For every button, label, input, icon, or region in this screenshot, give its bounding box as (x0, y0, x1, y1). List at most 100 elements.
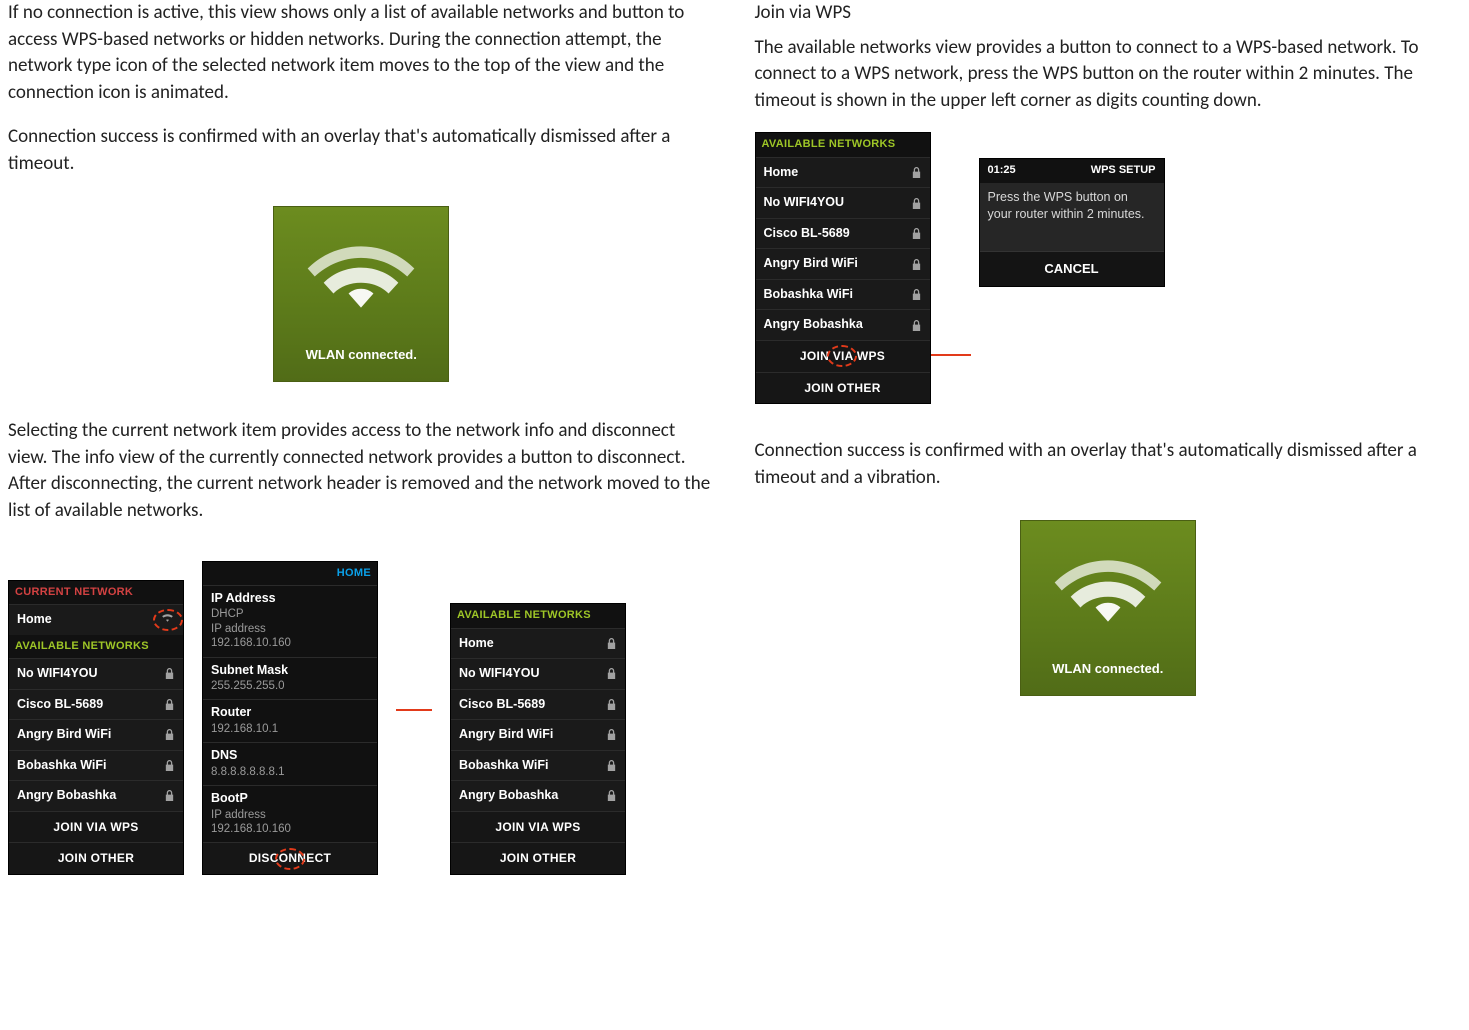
header-available-networks: AVAILABLE NETWORKS (756, 133, 930, 156)
network-label: Home (764, 164, 799, 182)
wifi-icon (1054, 547, 1162, 627)
info-label: Subnet Mask (211, 662, 369, 680)
header-home: HOME (203, 562, 377, 585)
wps-title: WPS SETUP (1091, 163, 1156, 178)
info-label: BootP (211, 790, 369, 808)
lock-icon (164, 728, 175, 741)
info-label: Router (211, 704, 369, 722)
cancel-button[interactable]: CANCEL (980, 251, 1164, 286)
lock-icon (164, 759, 175, 772)
current-network-row[interactable]: Home (9, 604, 183, 635)
network-row[interactable]: Bobashka WiFi (9, 750, 183, 781)
info-value: 192.168.10.160 (211, 822, 369, 836)
info-value: IP address (211, 808, 369, 822)
network-row[interactable]: Cisco BL-5689 (756, 218, 930, 249)
network-row[interactable]: Angry Bobashka (9, 780, 183, 811)
network-label: Home (17, 611, 52, 629)
lock-icon (606, 759, 617, 772)
network-label: Angry Bobashka (17, 787, 116, 805)
network-row[interactable]: Cisco BL-5689 (9, 689, 183, 720)
network-row[interactable]: Angry Bobashka (451, 780, 625, 811)
network-label: No WIFI4YOU (459, 665, 540, 683)
network-label: Angry Bobashka (764, 316, 863, 334)
lock-icon (606, 637, 617, 650)
phone-wps-available: AVAILABLE NETWORKS Home No WIFI4YOU Cisc… (755, 132, 931, 404)
callout-line (396, 709, 432, 711)
right-para-2: Connection success is confirmed with an … (755, 438, 1462, 491)
left-para-2: Connection success is confirmed with an … (8, 124, 715, 177)
network-label: No WIFI4YOU (764, 194, 845, 212)
info-value: IP address (211, 622, 369, 636)
lock-icon (606, 698, 617, 711)
network-label: Angry Bobashka (459, 787, 558, 805)
info-value: 255.255.255.0 (211, 679, 369, 693)
network-row[interactable]: Home (756, 157, 930, 188)
network-label: Angry Bird WiFi (764, 255, 858, 273)
info-label: IP Address (211, 590, 369, 608)
join-other-button[interactable]: JOIN OTHER (9, 842, 183, 874)
network-label: Bobashka WiFi (17, 757, 106, 775)
lock-icon (911, 288, 922, 301)
phone-network-info: HOME IP Address DHCP IP address 192.168.… (202, 561, 378, 876)
network-row[interactable]: No WIFI4YOU (9, 658, 183, 689)
join-other-button[interactable]: JOIN OTHER (756, 372, 930, 404)
disconnect-label: DISCONNECT (249, 850, 331, 867)
network-row[interactable]: Bobashka WiFi (451, 750, 625, 781)
network-row[interactable]: Cisco BL-5689 (451, 689, 625, 720)
network-row[interactable]: Angry Bird WiFi (756, 248, 930, 279)
callout-line (931, 354, 971, 356)
info-value: 8.8.8.8.8.8.8.1 (211, 765, 369, 779)
wps-timer: 01:25 (988, 163, 1016, 178)
wlan-connected-tile: WLAN connected. (1020, 520, 1196, 696)
right-para-1: The available networks view provides a b… (755, 35, 1462, 115)
left-para-1: If no connection is active, this view sh… (8, 0, 715, 106)
phone-current-network: CURRENT NETWORK Home AVAILABLE NETWORKS … (8, 580, 184, 875)
network-row[interactable]: Bobashka WiFi (756, 279, 930, 310)
info-block: Router 192.168.10.1 (203, 699, 377, 742)
network-row[interactable]: Home (451, 628, 625, 659)
network-label: Home (459, 635, 494, 653)
header-current-network: CURRENT NETWORK (9, 581, 183, 604)
wifi-icon (160, 611, 175, 623)
info-value: 192.168.10.1 (211, 722, 369, 736)
wps-heading: Join via WPS (755, 0, 1462, 27)
wlan-connected-caption: WLAN connected. (274, 346, 448, 364)
info-value: 192.168.10.160 (211, 636, 369, 650)
wps-setup-panel: 01:25 WPS SETUP Press the WPS button on … (979, 158, 1165, 286)
join-via-wps-button[interactable]: JOIN VIA WPS (756, 340, 930, 372)
join-other-button[interactable]: JOIN OTHER (451, 842, 625, 874)
join-via-wps-label: JOIN VIA WPS (800, 348, 885, 365)
network-label: Angry Bird WiFi (17, 726, 111, 744)
lock-icon (164, 789, 175, 802)
info-block: Subnet Mask 255.255.255.0 (203, 657, 377, 700)
lock-icon (606, 667, 617, 680)
header-available-networks: AVAILABLE NETWORKS (9, 635, 183, 658)
network-label: Cisco BL-5689 (459, 696, 545, 714)
join-via-wps-button[interactable]: JOIN VIA WPS (9, 811, 183, 843)
info-block: BootP IP address 192.168.10.160 (203, 785, 377, 842)
lock-icon (911, 197, 922, 210)
info-label: DNS (211, 747, 369, 765)
wlan-connected-caption: WLAN connected. (1021, 660, 1195, 678)
phone-available-networks: AVAILABLE NETWORKS Home No WIFI4YOU Cisc… (450, 603, 626, 875)
header-available-networks: AVAILABLE NETWORKS (451, 604, 625, 627)
network-row[interactable]: No WIFI4YOU (756, 187, 930, 218)
lock-icon (606, 789, 617, 802)
network-label: No WIFI4YOU (17, 665, 98, 683)
left-para-3: Selecting the current network item provi… (8, 418, 715, 524)
network-row[interactable]: Angry Bird WiFi (9, 719, 183, 750)
join-via-wps-button[interactable]: JOIN VIA WPS (451, 811, 625, 843)
info-block: IP Address DHCP IP address 192.168.10.16… (203, 585, 377, 657)
network-label: Bobashka WiFi (764, 286, 853, 304)
disconnect-button[interactable]: DISCONNECT (203, 842, 377, 874)
lock-icon (911, 227, 922, 240)
network-row[interactable]: No WIFI4YOU (451, 658, 625, 689)
network-label: Cisco BL-5689 (764, 225, 850, 243)
network-row[interactable]: Angry Bobashka (756, 309, 930, 340)
lock-icon (911, 166, 922, 179)
network-label: Bobashka WiFi (459, 757, 548, 775)
network-label: Angry Bird WiFi (459, 726, 553, 744)
network-row[interactable]: Angry Bird WiFi (451, 719, 625, 750)
wps-message: Press the WPS button on your router with… (980, 183, 1164, 251)
lock-icon (164, 698, 175, 711)
